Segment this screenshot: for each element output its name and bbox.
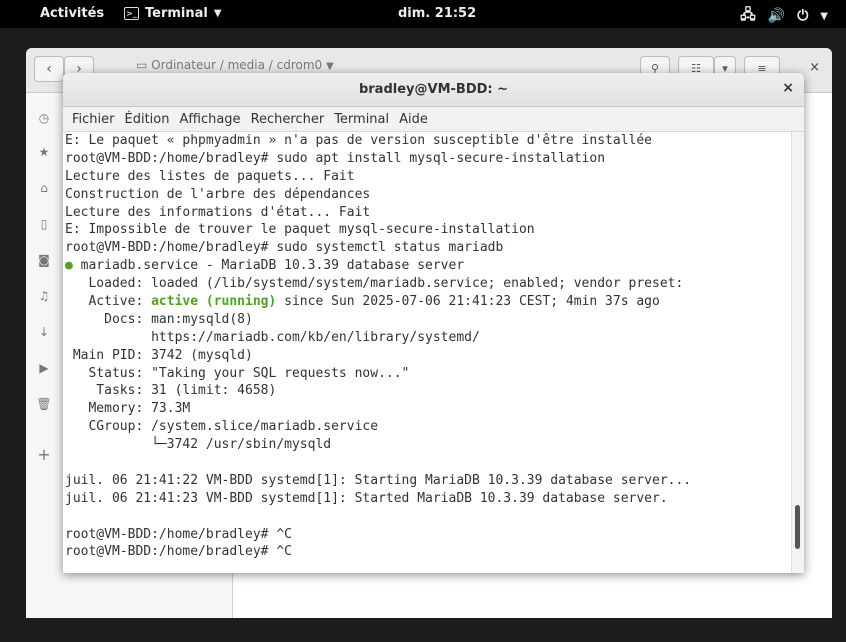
terminal-titlebar[interactable]: bradley@VM-BDD: ~ ×	[63, 73, 804, 107]
activities-button[interactable]: Activités	[40, 6, 104, 21]
terminal-line: ● mariadb.service - MariaDB 10.3.39 data…	[63, 257, 792, 275]
network-icon: 🖧	[740, 7, 756, 23]
terminal-title: bradley@VM-BDD: ~	[358, 82, 509, 97]
terminal-line: Status: "Taking your SQL requests now...…	[65, 365, 410, 381]
menu-fichier[interactable]: Fichier	[72, 112, 115, 127]
system-tray[interactable]: 🖧 🔊 ⏻ ▼	[740, 4, 828, 28]
chevron-down-icon: ▼	[326, 61, 334, 72]
top-bar: Activités >_ Terminal ▼ dim. 21:52 🖧 🔊 ⏻…	[0, 0, 846, 28]
download-icon[interactable]: ↓	[36, 325, 52, 339]
status-dot-icon: ●	[65, 258, 73, 274]
terminal-line: root@VM-BDD:/home/bradley# ^C	[65, 544, 292, 560]
terminal-line: Memory: 73.3M	[65, 401, 191, 417]
menu-affichage[interactable]: Affichage	[179, 112, 240, 127]
terminal-line: Docs: man:mysqld(8)	[65, 311, 253, 327]
terminal-line-text: mariadb.service - MariaDB 10.3.39 databa…	[72, 258, 465, 274]
path-segment[interactable]: Ordinateur	[151, 58, 216, 72]
scrollbar-thumb[interactable]	[795, 505, 800, 549]
camera-icon[interactable]: ◙	[36, 253, 52, 267]
terminal-line: Lecture des listes de paquets... Fait	[65, 168, 355, 184]
terminal-scrollbar[interactable]	[791, 132, 804, 573]
app-menu-label: Terminal	[145, 6, 208, 21]
terminal-icon: >_	[124, 7, 139, 20]
recent-icon[interactable]: ◷	[36, 111, 52, 125]
terminal-line-text: since Sun 2025-07-06 21:41:23 CEST; 4min…	[276, 294, 660, 310]
terminal-line: Loaded: loaded (/lib/systemd/system/mari…	[65, 276, 684, 292]
terminal-line: Main PID: 3742 (mysqld)	[65, 347, 253, 363]
terminal-line: root@VM-BDD:/home/bradley# ^C	[65, 526, 292, 542]
star-icon[interactable]: ★	[36, 145, 52, 159]
volume-icon: 🔊	[767, 8, 786, 24]
terminal-line: root@VM-BDD:/home/bradley# sudo apt inst…	[65, 150, 606, 166]
terminal-line: root@VM-BDD:/home/bradley# sudo systemct…	[65, 240, 504, 256]
back-button[interactable]: ‹	[34, 56, 64, 82]
menu-terminal[interactable]: Terminal	[334, 112, 389, 127]
plus-icon[interactable]: +	[36, 445, 52, 464]
close-icon[interactable]: ×	[782, 80, 794, 96]
terminal-line: Tasks: 31 (limit: 4658)	[65, 383, 277, 399]
path-segment[interactable]: cdrom0	[277, 58, 323, 72]
terminal-line: E: Le paquet « phpmyadmin » n'a pas de v…	[65, 133, 652, 148]
video-icon[interactable]: ▶	[36, 361, 52, 375]
trash-icon[interactable]: 🗑	[36, 397, 52, 411]
path-bar[interactable]: ▭ Ordinateur / media / cdrom0 ▼	[136, 58, 334, 72]
terminal-line: juil. 06 21:41:23 VM-BDD systemd[1]: Sta…	[65, 490, 668, 506]
music-icon[interactable]: ♫	[36, 289, 52, 303]
terminal-screen[interactable]: E: Le paquet « phpmyadmin » n'a pas de v…	[63, 132, 792, 573]
power-icon: ⏻	[797, 8, 809, 24]
app-menu[interactable]: >_ Terminal ▼	[124, 6, 222, 21]
terminal-line: E: Impossible de trouver le paquet mysql…	[65, 222, 535, 238]
close-icon[interactable]: ×	[809, 60, 820, 75]
home-icon[interactable]: ⌂	[36, 181, 52, 195]
terminal-menubar: Fichier Édition Affichage Rechercher Ter…	[63, 107, 804, 132]
terminal-line-text: Active:	[65, 294, 152, 310]
menu-rechercher[interactable]: Rechercher	[251, 112, 325, 127]
terminal-line: └─3742 /usr/sbin/mysqld	[65, 437, 332, 453]
terminal-window: bradley@VM-BDD: ~ × Fichier Édition Affi…	[63, 73, 804, 573]
terminal-line: Construction de l'arbre des dépendances	[65, 186, 371, 202]
terminal-line: Active: active (running) since Sun 2025-…	[63, 293, 792, 311]
chevron-down-icon: ▼	[213, 8, 222, 19]
terminal-line: juil. 06 21:41:22 VM-BDD systemd[1]: Sta…	[65, 472, 692, 488]
active-state: active (running)	[151, 294, 277, 310]
clock[interactable]: dim. 21:52	[398, 6, 476, 21]
menu-aide[interactable]: Aide	[399, 112, 428, 127]
terminal-line: Lecture des informations d'état... Fait	[65, 204, 371, 220]
menu-edition[interactable]: Édition	[125, 112, 170, 127]
terminal-line: CGroup: /system.slice/mariadb.service	[65, 419, 379, 435]
drive-icon: ▭	[136, 58, 148, 72]
chevron-down-icon: ▼	[820, 10, 828, 22]
terminal-line: https://mariadb.com/kb/en/library/system…	[65, 329, 480, 345]
path-segment[interactable]: media	[228, 58, 265, 72]
document-icon[interactable]: ▯	[36, 217, 52, 231]
